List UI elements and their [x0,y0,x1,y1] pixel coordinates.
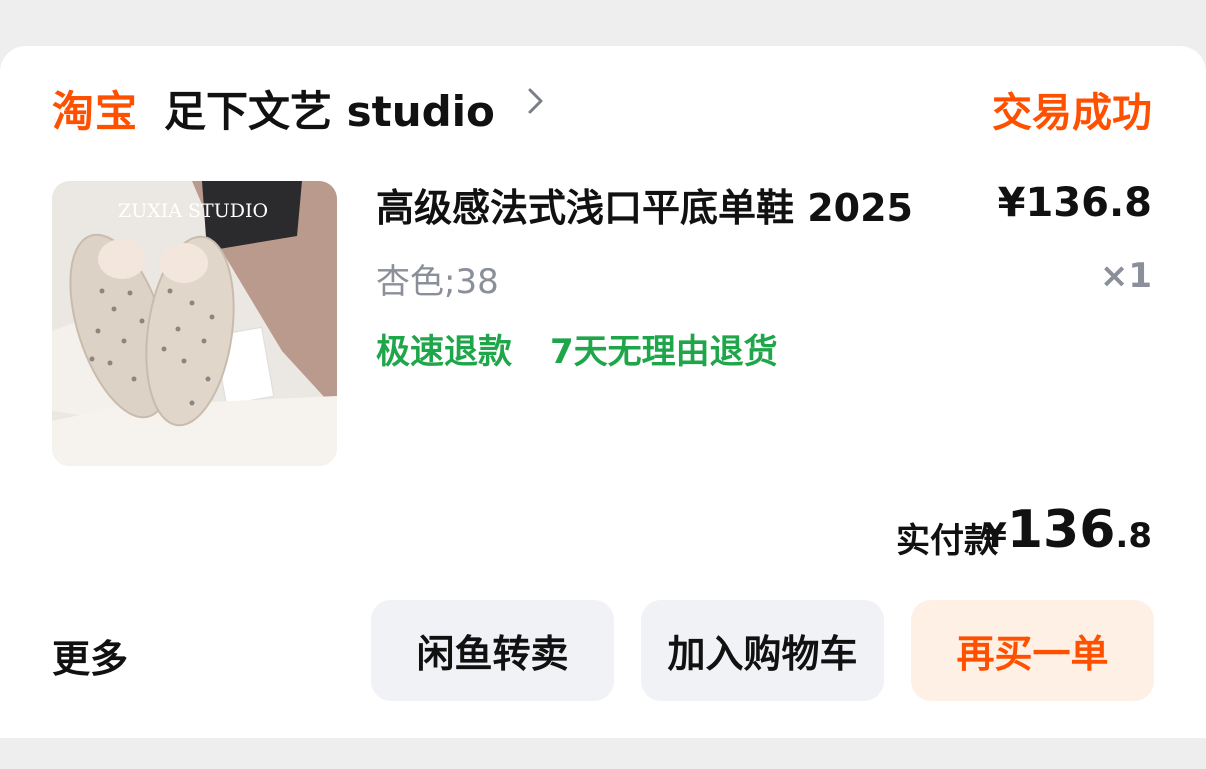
taobao-logo: 淘宝 [52,87,139,136]
product-price: ¥136.8 [997,180,1152,226]
more-button[interactable]: 更多 [52,628,128,683]
shop-name-link[interactable]: 足下文艺 studio [164,78,495,139]
paid-amount-integer: 136 [1006,500,1116,560]
image-watermark: ZUXIA STUDIO [118,200,268,222]
tag-fast-refund: 极速退款 [376,332,512,372]
product-thumbnail[interactable]: ZUXIA STUDIO [52,181,337,466]
currency-symbol: ¥ [983,516,1007,556]
product-sku: 杏色;38 [376,262,499,302]
chevron-right-icon[interactable] [520,86,550,116]
tag-7-day-return: 7天无理由退货 [550,332,778,372]
resell-on-xianyu-button[interactable]: 闲鱼转卖 [371,600,614,701]
paid-amount: ¥136.8 [983,500,1152,560]
add-to-cart-button[interactable]: 加入购物车 [641,600,884,701]
product-title[interactable]: 高级感法式浅口平底单鞋 2025 [376,177,913,232]
buy-again-button[interactable]: 再买一单 [911,600,1154,701]
product-image: ZUXIA STUDIO [52,181,337,466]
product-quantity: ×1 [1099,256,1152,296]
order-status: 交易成功 [992,90,1152,136]
paid-amount-decimal: .8 [1115,516,1152,556]
